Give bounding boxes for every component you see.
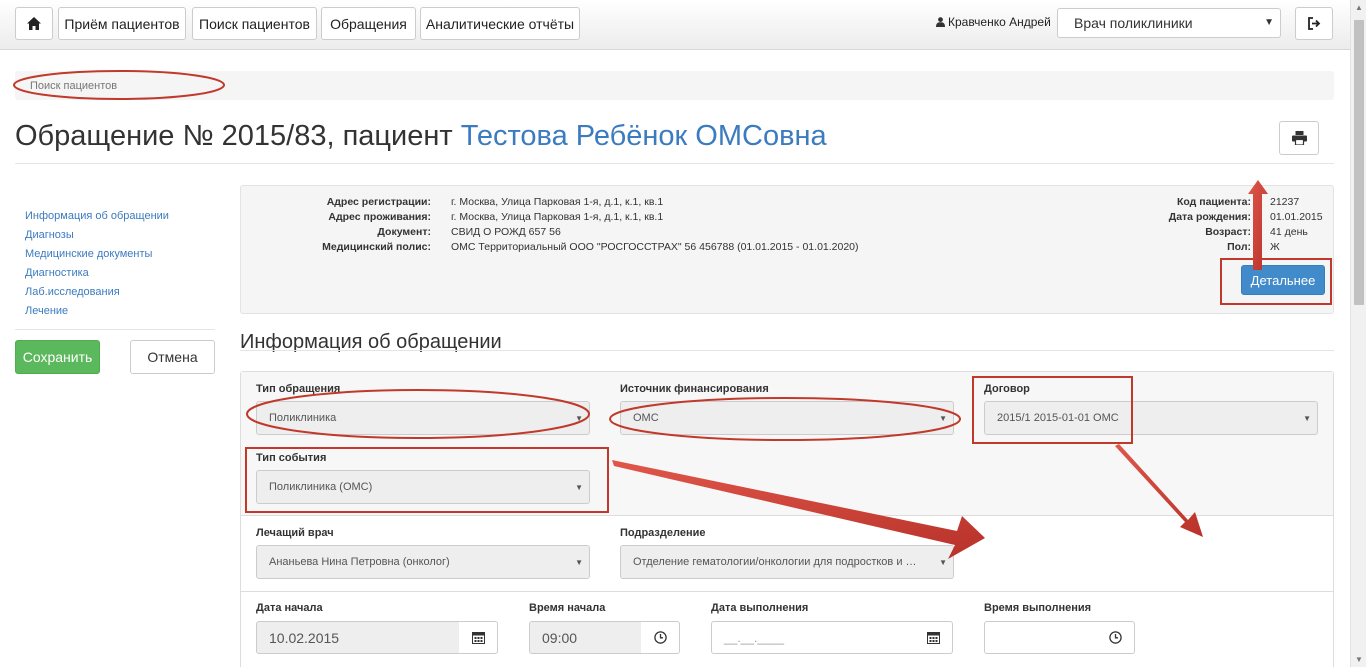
chevron-down-icon: ▼ bbox=[575, 558, 583, 567]
logout-icon bbox=[1308, 17, 1321, 30]
chevron-down-icon: ▼ bbox=[939, 558, 947, 567]
form-divider bbox=[241, 515, 1333, 516]
funding-source-value: ОМС bbox=[633, 412, 659, 424]
start-time-clock-button[interactable] bbox=[641, 621, 680, 654]
print-button[interactable] bbox=[1279, 121, 1319, 155]
end-time-input[interactable] bbox=[984, 621, 1097, 654]
section-divider bbox=[240, 350, 1334, 351]
scroll-down-icon[interactable]: ▼ bbox=[1355, 655, 1363, 664]
sidebar-item-medical-documents[interactable]: Медицинские документы bbox=[25, 247, 169, 266]
form-divider bbox=[241, 591, 1333, 592]
home-button[interactable] bbox=[15, 7, 53, 40]
sidebar-divider bbox=[15, 329, 215, 330]
print-icon bbox=[1291, 131, 1307, 145]
calendar-icon bbox=[471, 632, 485, 644]
scroll-up-icon[interactable]: ▲ bbox=[1355, 3, 1363, 12]
home-icon bbox=[27, 17, 41, 30]
page-title: Обращение № 2015/83, пациент Тестова Реб… bbox=[15, 120, 827, 153]
department-select[interactable]: Отделение гематологии/онкологии для подр… bbox=[620, 545, 954, 579]
user-icon bbox=[936, 17, 945, 27]
details-button[interactable]: Детальнее bbox=[1241, 265, 1325, 295]
department-label: Подразделение bbox=[620, 527, 706, 539]
save-button[interactable]: Сохранить bbox=[15, 340, 100, 374]
contract-select[interactable]: 2015/1 2015-01-01 ОМС ▼ bbox=[984, 401, 1318, 435]
visit-type-label: Тип обращения bbox=[256, 383, 341, 395]
role-select[interactable]: Врач поликлиники ▼ bbox=[1057, 8, 1281, 38]
scrollbar-thumb[interactable] bbox=[1354, 20, 1364, 305]
funding-source-label: Источник финансирования bbox=[620, 383, 769, 395]
sidebar-item-visit-info[interactable]: Информация об обращении bbox=[25, 209, 169, 228]
current-user[interactable]: Кравченко Андрей bbox=[936, 15, 1051, 29]
chevron-down-icon: ▼ bbox=[1303, 414, 1311, 423]
page-scrollbar[interactable]: ▲ ▼ bbox=[1350, 0, 1366, 667]
end-time-clock-button[interactable] bbox=[1096, 621, 1135, 654]
event-type-value: Поликлиника (ОМС) bbox=[269, 481, 373, 493]
funding-source-select[interactable]: ОМС ▼ bbox=[620, 401, 954, 435]
event-type-label: Тип события bbox=[256, 452, 327, 464]
sidebar-item-lab-tests[interactable]: Лаб.исследования bbox=[25, 285, 169, 304]
calendar-icon bbox=[926, 632, 940, 644]
start-time-input[interactable]: 09:00 bbox=[529, 621, 642, 654]
nav-analytics-reports[interactable]: Аналитические отчёты bbox=[420, 7, 580, 40]
start-date-input[interactable]: 10.02.2015 bbox=[256, 621, 460, 654]
sidebar-nav: Информация об обращении Диагнозы Медицин… bbox=[25, 209, 169, 323]
department-value: Отделение гематологии/онкологии для подр… bbox=[633, 556, 917, 568]
end-date-placeholder: __.__.____ bbox=[724, 630, 785, 645]
contract-label: Договор bbox=[984, 383, 1030, 395]
logout-button[interactable] bbox=[1295, 7, 1333, 40]
clock-icon bbox=[653, 631, 667, 644]
title-divider bbox=[15, 163, 1334, 164]
contract-value: 2015/1 2015-01-01 ОМС bbox=[997, 412, 1119, 424]
nav-patient-search[interactable]: Поиск пациентов bbox=[192, 7, 317, 40]
end-time-label: Время выполнения bbox=[984, 602, 1092, 614]
doctor-select[interactable]: Ананьева Нина Петровна (онколог) ▼ bbox=[256, 545, 590, 579]
nav-patient-reception[interactable]: Приём пациентов bbox=[58, 7, 186, 40]
sidebar-item-diagnoses[interactable]: Диагнозы bbox=[25, 228, 169, 247]
event-type-select[interactable]: Поликлиника (ОМС) ▼ bbox=[256, 470, 590, 504]
end-date-calendar-button[interactable] bbox=[914, 621, 953, 654]
chevron-down-icon: ▼ bbox=[939, 414, 947, 423]
visit-type-value: Поликлиника bbox=[269, 412, 337, 424]
top-navbar: Приём пациентов Поиск пациентов Обращени… bbox=[0, 0, 1350, 50]
cancel-button[interactable]: Отмена bbox=[130, 340, 215, 374]
role-value: Врач поликлиники bbox=[1074, 15, 1193, 31]
breadcrumb: Поиск пациентов bbox=[15, 71, 1334, 100]
chevron-down-icon: ▼ bbox=[575, 483, 583, 492]
patient-name-link[interactable]: Тестова Ребёнок ОМСовна bbox=[461, 120, 827, 152]
start-time-label: Время начала bbox=[529, 602, 606, 614]
user-name: Кравченко Андрей bbox=[948, 15, 1051, 29]
start-date-label: Дата начала bbox=[256, 602, 323, 614]
sidebar-item-treatment[interactable]: Лечение bbox=[25, 304, 169, 323]
breadcrumb-item-patient-search[interactable]: Поиск пациентов bbox=[30, 80, 117, 92]
doctor-label: Лечащий врач bbox=[256, 527, 334, 539]
end-date-input[interactable]: __.__.____ bbox=[711, 621, 915, 654]
chevron-down-icon: ▼ bbox=[1264, 17, 1274, 28]
nav-visits[interactable]: Обращения bbox=[321, 7, 416, 40]
doctor-value: Ананьева Нина Петровна (онколог) bbox=[269, 556, 450, 568]
end-date-label: Дата выполнения bbox=[711, 602, 809, 614]
clock-icon bbox=[1108, 631, 1122, 644]
sidebar-item-diagnostics[interactable]: Диагностика bbox=[25, 266, 169, 285]
start-date-calendar-button[interactable] bbox=[459, 621, 498, 654]
chevron-down-icon: ▼ bbox=[575, 414, 583, 423]
page-title-prefix: Обращение № 2015/83, пациент bbox=[15, 120, 453, 152]
visit-type-select[interactable]: Поликлиника ▼ bbox=[256, 401, 590, 435]
